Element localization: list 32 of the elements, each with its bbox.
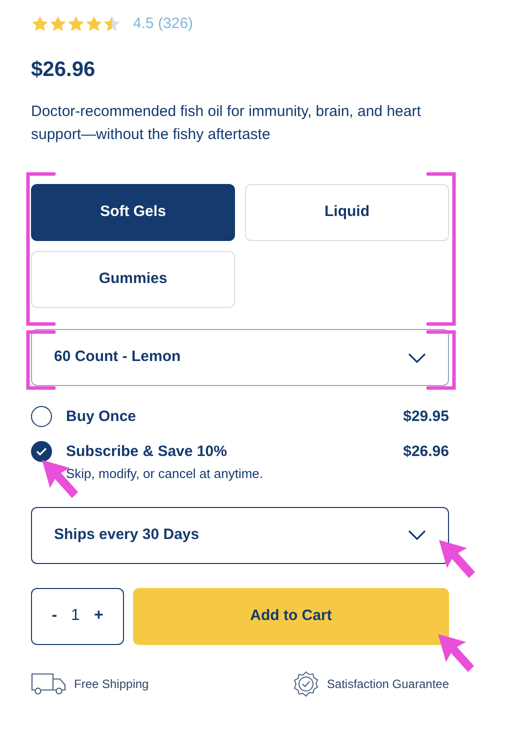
format-option[interactable]: Liquid bbox=[245, 184, 449, 241]
decrease-button[interactable]: - bbox=[52, 604, 58, 628]
truck-icon bbox=[31, 672, 66, 694]
quantity-value: 1 bbox=[71, 606, 80, 626]
checkmark-icon bbox=[36, 446, 47, 456]
chevron-down-icon bbox=[408, 352, 426, 362]
perk-label: Satisfaction Guarantee bbox=[326, 676, 449, 692]
option-price: $26.96 bbox=[403, 442, 449, 462]
perk-label: Free Shipping bbox=[74, 676, 149, 692]
star-icon bbox=[67, 15, 85, 34]
rating-text: 4.5 (326) bbox=[133, 14, 194, 34]
size-select[interactable]: 60 Count - Lemon bbox=[31, 329, 449, 386]
radio-button[interactable] bbox=[31, 440, 52, 462]
star-icon bbox=[49, 15, 67, 34]
option-price: $29.95 bbox=[403, 407, 449, 427]
option-label: Buy Once bbox=[66, 407, 136, 427]
format-option[interactable]: Gummies bbox=[31, 251, 235, 308]
product-description: Doctor-recommended fish oil for immunity, brain, and heart support—without the fishy aftertaste bbox=[31, 102, 422, 145]
radio-button[interactable] bbox=[31, 406, 52, 427]
option-label: Subscribe & Save 10% bbox=[66, 442, 227, 462]
add-to-cart-button[interactable]: Add to Cart bbox=[133, 588, 449, 644]
format-option[interactable]: Soft Gels bbox=[31, 184, 235, 241]
frequency-select[interactable]: Ships every 30 Days bbox=[31, 506, 449, 564]
increase-button[interactable]: + bbox=[94, 604, 104, 628]
option-note: Skip, modify, or cancel at anytime. bbox=[66, 465, 264, 483]
star-icon bbox=[31, 15, 49, 34]
star-icon bbox=[85, 15, 103, 34]
price: $26.96 bbox=[31, 56, 96, 82]
bracket-mark bbox=[424, 330, 458, 390]
chevron-down-icon bbox=[408, 530, 426, 540]
half-star-icon bbox=[103, 15, 121, 34]
badge-check-icon bbox=[292, 670, 319, 696]
